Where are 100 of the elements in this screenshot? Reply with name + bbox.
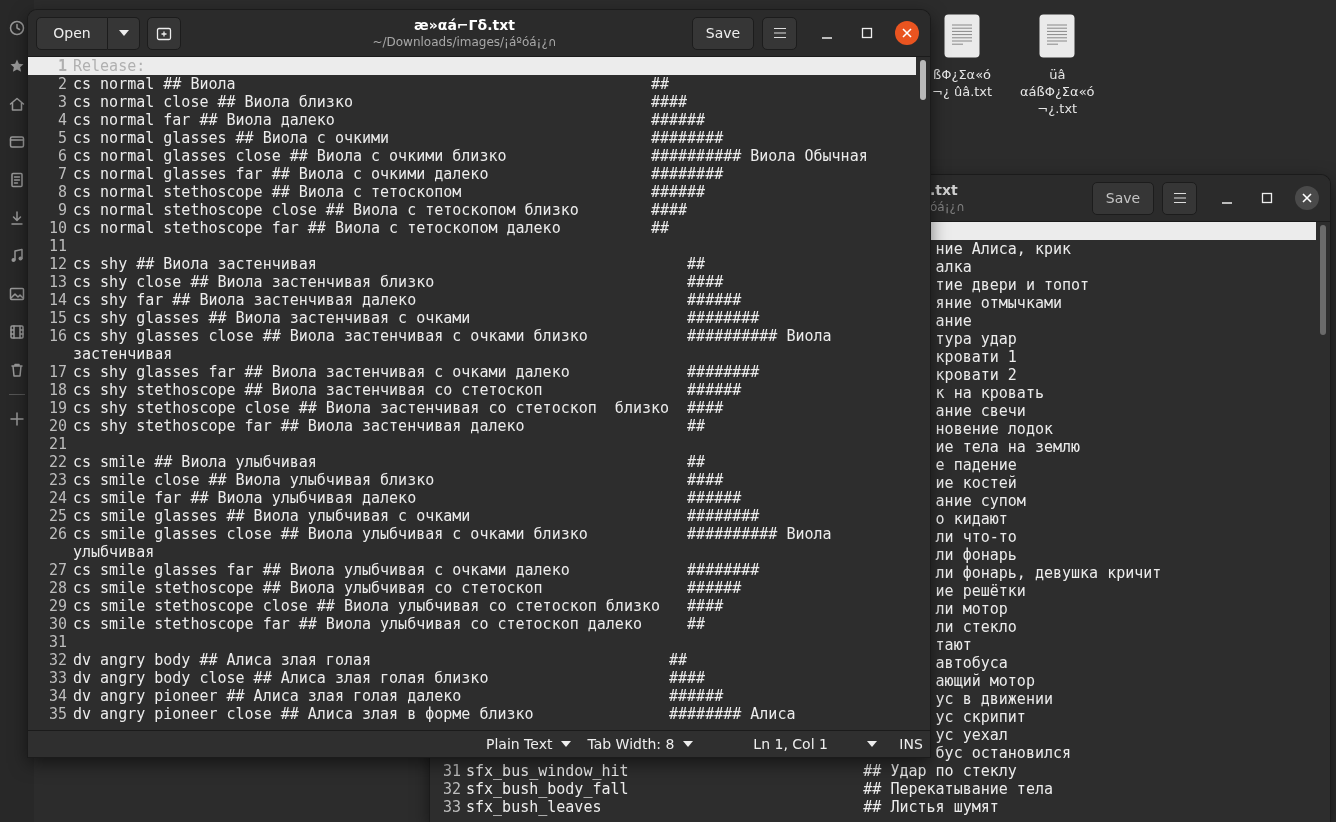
caret-icon (867, 741, 878, 747)
code-line: ли стекло (935, 618, 1017, 636)
language-button[interactable]: Plain Text (478, 731, 580, 757)
code-line: cs smile glasses ## Виола улыбчивая с очками ######## (73, 507, 760, 525)
line-number: 31 (442, 762, 461, 780)
file-name-label: üâ αáßΦ¿Σα«ó ¬¿.txt (1020, 66, 1095, 117)
minimize-icon (1222, 202, 1232, 204)
code-line: cs shy stethoscope close ## Виола застенчивая со стетоскоп близко #### (73, 399, 724, 417)
caret-icon (683, 741, 694, 747)
new-tab-icon (156, 25, 172, 41)
menu-button[interactable] (1162, 181, 1197, 215)
close-icon (1302, 193, 1312, 203)
line-number: 10 (48, 219, 67, 237)
minimize-icon (822, 37, 832, 39)
download-icon[interactable] (9, 210, 25, 226)
menu-icon (772, 27, 787, 39)
line-number: 5 (57, 129, 67, 147)
code-line: cs normal stethoscope far ## Виола с тетоскопом далеко ## (73, 219, 670, 237)
text-file-icon[interactable] (944, 14, 981, 58)
close-button[interactable] (1295, 186, 1319, 210)
save-button[interactable]: Save (692, 16, 754, 50)
line-number: 21 (48, 435, 67, 453)
close-icon (902, 28, 912, 38)
line-number: 30 (48, 615, 67, 633)
code-line: кровати 2 (935, 366, 1017, 384)
line-number: 28 (48, 579, 67, 597)
code-line: cs smile stethoscope far ## Виола улыбчивая со стетоскоп далеко ## (73, 615, 706, 633)
line-number: 23 (48, 471, 67, 489)
clock-icon[interactable] (9, 20, 25, 36)
code-line: dv angry body ## Алиса злая голая ## (73, 651, 688, 669)
code-line: cs smile far ## Виола улыбчивая далеко ###### (73, 489, 742, 507)
code-line: cs smile glasses far ## Виола улыбчивая с очками далеко ######## (73, 561, 760, 579)
menu-icon (1172, 192, 1187, 204)
line-number: 15 (48, 309, 67, 327)
save-button[interactable]: Save (1092, 181, 1154, 215)
star-icon[interactable] (9, 58, 25, 74)
code-line: ие тела на землю (935, 438, 1081, 456)
window-icon[interactable] (9, 134, 25, 150)
line-number: 18 (48, 381, 67, 399)
film-icon[interactable] (9, 324, 25, 340)
line-number: 7 (57, 165, 67, 183)
window-title: æ»αá⌐Γδ.txt (414, 16, 515, 34)
line-number: 20 (48, 417, 67, 435)
code-line: ние Алиса, крик (935, 240, 1072, 258)
line-number: 12 (48, 255, 67, 273)
code-line: cs smile close ## Виола улыбчивая близко #### (73, 471, 724, 489)
scrollbar-thumb[interactable] (920, 60, 926, 100)
new-tab-button[interactable] (147, 16, 181, 50)
close-button[interactable] (895, 21, 919, 45)
code-line: cs smile stethoscope ## Виола улыбчивая со стетоскоп ###### (73, 579, 742, 597)
plus-icon[interactable] (9, 411, 25, 427)
open-button[interactable]: Open (36, 16, 108, 50)
code-line: cs normal far ## Виола далеко ###### (73, 111, 706, 129)
code-line: sfx_bus_window_hit ## Удар по стеклу (466, 762, 1017, 780)
code-line: dv angry pioneer ## Алиса злая голая далеко ###### (73, 687, 724, 705)
text-file-icon[interactable] (1039, 14, 1076, 58)
line-number: 11 (48, 237, 67, 255)
line-number: 13 (48, 273, 67, 291)
line-number: 27 (48, 561, 67, 579)
open-menu-button[interactable] (108, 16, 140, 50)
cursor-position-button[interactable]: Ln 1, Col 1 (745, 731, 886, 757)
scrollbar-thumb[interactable] (1320, 225, 1326, 335)
line-number: 33 (48, 669, 67, 687)
code-line: ус уехал (935, 726, 1008, 744)
line-number: 34 (48, 687, 67, 705)
image-icon[interactable] (9, 286, 25, 302)
caret-icon (561, 741, 572, 747)
code-line: ающий мотор (935, 672, 1035, 690)
code-line: dv angry body close ## Алиса злая голая близко #### (73, 669, 706, 687)
code-line: ус скрипит (935, 708, 1026, 726)
code-line: sfx_bush_leaves ## Листья шумят (466, 798, 999, 816)
line-number: 32 (48, 651, 67, 669)
home-icon[interactable] (9, 96, 25, 112)
line-number: 22 (48, 453, 67, 471)
music-note-icon[interactable] (9, 248, 25, 264)
code-line: тают (935, 636, 972, 654)
code-line: cs smile ## Виола улыбчивая ## (73, 453, 706, 471)
document-icon[interactable] (9, 172, 25, 188)
line-number: 16 (48, 327, 67, 345)
code-line: cs normal ## Виола ## (73, 75, 670, 93)
file-path: ~/Downloads/images/¡áºóá¡¿∩ (372, 34, 557, 50)
code-line: cs shy glasses ## Виола застенчивая с очками ######## (73, 309, 760, 327)
line-number: 24 (48, 489, 67, 507)
trash-icon[interactable] (9, 362, 25, 378)
code-line: cs normal glasses ## Виола с очкими ######## (73, 129, 724, 147)
tab-width-button[interactable]: Tab Width: 8 (579, 731, 702, 757)
line-number: 2 (57, 75, 67, 93)
code-line: ус в движении (935, 690, 1053, 708)
code-line: sfx_bush_body_fall ## Перекатывание тела (466, 780, 1053, 798)
code-line: ание свечи (935, 402, 1026, 420)
line-number: 9 (57, 201, 67, 219)
line-number: 26 (48, 525, 67, 543)
maximize-icon (1261, 192, 1273, 204)
maximize-icon (861, 27, 873, 39)
line-number: 6 (57, 147, 67, 165)
code-line: cs shy far ## Виола застенчивая далеко ###### (73, 291, 742, 309)
line-number: 4 (57, 111, 67, 129)
line-number: 1 (57, 57, 67, 75)
file-path: óá¡¿∩ (930, 199, 965, 215)
menu-button[interactable] (762, 16, 797, 50)
